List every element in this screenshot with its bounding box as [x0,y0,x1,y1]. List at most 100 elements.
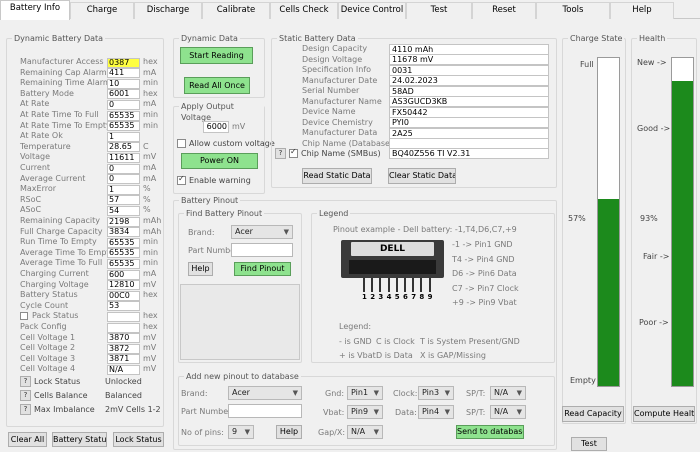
tab-help[interactable]: Help [610,2,674,19]
dbd-unit: % [143,184,151,194]
send-to-database-button[interactable]: Send to database [456,425,524,439]
group-title: Add new pinout to database [184,371,301,382]
tab-discharge[interactable]: Discharge [134,2,202,19]
dbd-unit: mV [143,364,157,374]
read-all-once-button[interactable]: Read All Once [184,77,250,94]
dbd-value: 53 [107,301,140,312]
clock-label: Clock: [393,389,418,398]
dbd-label: Temperature [20,141,71,151]
charge-empty-label: Empty [570,376,596,385]
data-select[interactable]: Pin4 ▼ [418,405,454,419]
chip-name-smbus-checkbox[interactable] [289,147,298,158]
battery-status-button[interactable]: Battery Status [52,432,107,447]
static-label: Chip Name (Database) [302,138,394,148]
add-brand-label: Brand: [181,389,208,398]
pin-note: C7 -> Pin7 Clock [452,283,519,293]
pin-number: 7 [411,293,417,301]
read-capacity-button[interactable]: Read Capacity [562,406,624,422]
health-fair-label: Fair -> [643,252,670,261]
pinout-help-button[interactable]: Help [188,262,213,276]
dbd-value: 11611 [107,152,140,163]
dbd-label: Current [20,163,51,172]
output-voltage-unit: mV [232,122,246,131]
data-label: Data: [395,408,417,417]
spt1-value: N/A [494,388,509,397]
pins-select[interactable]: 9 ▼ [228,425,254,439]
tab-test[interactable]: Test [406,2,472,19]
charge-full-label: Full [580,60,594,69]
static-value: FX50442 [389,106,549,118]
add-pinout-help-button[interactable]: Help [276,425,302,439]
clock-select[interactable]: Pin3 ▼ [418,386,454,400]
tab-battery-info[interactable]: Battery Info [0,0,70,20]
connector-pin [395,278,398,292]
tab-calibrate[interactable]: Calibrate [202,2,270,19]
dbd-unit: mV [143,332,157,342]
start-reading-button[interactable]: Start Reading [180,47,253,64]
dbd-label: Pack Status [32,311,79,321]
output-voltage-input[interactable]: 6000 [203,121,229,133]
static-value: PYI0 [389,117,549,128]
spt2-select[interactable]: N/A ▼ [490,405,526,419]
read-static-data-button[interactable]: Read Static Data [302,168,372,184]
dbd-value: 00C0 [107,290,140,301]
clock-value: Pin3 [422,388,440,397]
add-part-number-input[interactable] [228,404,302,418]
tab-tools[interactable]: Tools [536,2,610,19]
cells-balance-help-button[interactable]: ? [20,390,31,401]
find-pinout-button[interactable]: Find Pinout [234,262,291,276]
dbd-unit: hex [143,57,158,66]
dbd-label: Average Time To Empty [20,247,115,257]
group-title: Battery Pinout [179,195,241,206]
static-value: 24.02.2023 [389,75,549,86]
pins-value: 9 [232,427,238,436]
pin-number: 5 [394,293,400,301]
tab-reset[interactable]: Reset [472,2,536,19]
dbd-unit: hex [143,322,158,331]
part-number-input[interactable] [231,243,293,257]
vbat-select[interactable]: Pin9 ▼ [347,405,383,419]
gnd-value: Pin1 [351,388,369,397]
dbd-unit: mA [143,163,157,172]
connector-pin-slots [349,260,436,274]
tab-charge[interactable]: Charge [70,2,134,19]
group-title: Apply Output Voltage [179,101,264,123]
clear-all-button[interactable]: Clear All [8,432,47,447]
pack-status-checkbox[interactable] [20,312,28,321]
gapx-value: N/A [351,427,366,436]
dbd-unit: min [143,110,159,119]
dbd-label: Cell Voltage 1 [20,332,76,342]
spt2-value: N/A [494,407,509,416]
static-value: 11678 mV [389,54,549,65]
lock-status-button[interactable]: Lock Status [113,432,164,447]
add-brand-select[interactable]: Acer ▼ [228,386,302,400]
brand-select[interactable]: Acer ▼ [231,225,293,239]
cells-balance-label: Cells Balance [34,391,88,400]
chip-name-help-button[interactable]: ? [275,148,286,159]
pins-label: No of pins: [181,428,224,437]
chevron-down-icon: ▼ [444,389,450,397]
clear-static-data-button[interactable]: Clear Static Data [388,168,456,184]
lock-status-help-button[interactable]: ? [20,376,31,387]
gapx-select[interactable]: N/A ▼ [347,425,383,439]
dbd-unit: % [143,194,151,204]
dbd-value: 3872 [107,343,140,354]
health-new-label: New -> [637,58,667,67]
gnd-select[interactable]: Pin1 ▼ [347,386,383,400]
compute-health-button[interactable]: Compute Health [633,406,695,422]
allow-custom-voltage-checkbox[interactable] [177,139,186,148]
dbd-label: Cycle Count [20,300,69,310]
max-imbalance-label: Max Imbalance [34,405,95,414]
chevron-down-icon: ▼ [444,408,450,416]
enable-warning-checkbox[interactable] [177,174,186,185]
test-button[interactable]: Test [571,437,607,451]
tab-device-control[interactable]: Device Control [338,2,406,19]
max-imbalance-help-button[interactable]: ? [20,404,31,415]
dbd-value: 0 [107,174,140,185]
spt1-select[interactable]: N/A ▼ [490,386,526,400]
dbd-value: 0 [107,99,140,110]
tab-cells-check[interactable]: Cells Check [270,2,338,19]
power-on-button[interactable]: Power ON [181,153,258,169]
dbd-unit: min [143,247,159,257]
charge-percent-label: 57% [568,214,586,223]
